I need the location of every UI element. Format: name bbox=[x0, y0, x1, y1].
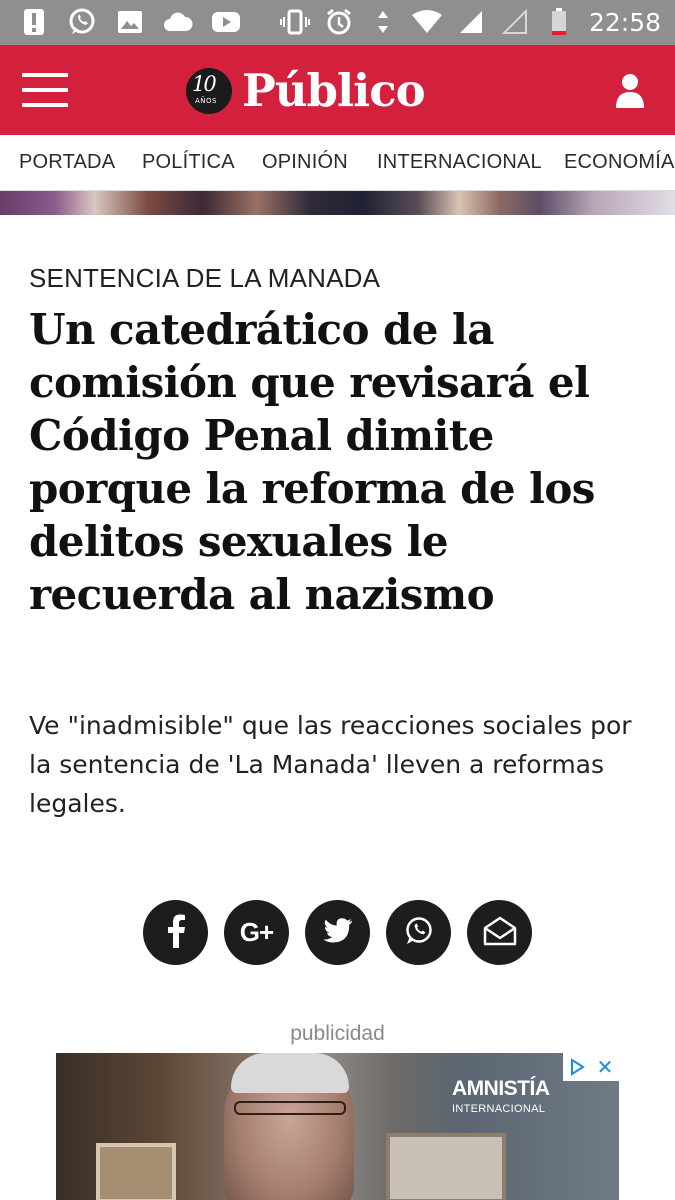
email-icon bbox=[483, 916, 517, 950]
ad-photo-frame bbox=[386, 1133, 506, 1200]
whatsapp-share-button[interactable] bbox=[386, 900, 451, 965]
ad-choices-icon[interactable] bbox=[563, 1053, 591, 1081]
signal-empty-icon bbox=[499, 6, 531, 38]
system-icons: 22:58 bbox=[279, 6, 661, 38]
nav-item-portada[interactable]: PORTADA bbox=[19, 151, 115, 174]
alert-icon bbox=[18, 6, 50, 38]
gallery-icon bbox=[114, 6, 146, 38]
facebook-share-button[interactable] bbox=[143, 900, 208, 965]
badge-text: AÑOS bbox=[195, 97, 217, 105]
ad-choices: ✕ bbox=[563, 1053, 619, 1081]
google-plus-share-button[interactable]: G+ bbox=[224, 900, 289, 965]
article-title: Un catedrático de la comisión que revisa… bbox=[29, 305, 595, 619]
nav-item-internacional[interactable]: INTERNACIONAL bbox=[377, 151, 542, 174]
badge-number: 10 bbox=[192, 72, 217, 96]
wifi-icon bbox=[411, 6, 443, 38]
logo-wordmark: Público bbox=[242, 63, 426, 117]
alarm-icon bbox=[323, 6, 355, 38]
anniversary-badge: 10 AÑOS bbox=[186, 68, 232, 114]
whatsapp-notification-icon bbox=[66, 6, 98, 38]
ad-person-glasses bbox=[234, 1101, 346, 1115]
article-subtitle: Ve "inadmisible" que las reacciones soci… bbox=[29, 711, 632, 818]
hamburger-menu-icon[interactable] bbox=[22, 73, 68, 107]
ad-close-icon[interactable]: ✕ bbox=[591, 1053, 619, 1081]
facebook-icon bbox=[166, 914, 186, 952]
ad-person-hair bbox=[231, 1053, 349, 1093]
advertisement-banner[interactable]: AMNISTÍA INTERNACIONAL ✕ bbox=[56, 1053, 619, 1200]
ad-label: publicidad bbox=[290, 1022, 385, 1045]
status-bar: 22:58 bbox=[0, 0, 675, 45]
clock: 22:58 bbox=[588, 7, 661, 37]
share-bar: G+ bbox=[143, 900, 532, 965]
site-logo[interactable]: 10 AÑOS Público bbox=[186, 62, 426, 118]
nav-item-politica[interactable]: POLÍTICA bbox=[142, 151, 235, 174]
section-nav: PORTADA POLÍTICA OPINIÓN INTERNACIONAL E… bbox=[0, 135, 675, 191]
ad-photo-frame bbox=[96, 1143, 176, 1200]
signal-icon bbox=[455, 6, 487, 38]
user-icon[interactable] bbox=[615, 73, 645, 109]
hero-image bbox=[0, 191, 675, 215]
twitter-share-button[interactable] bbox=[305, 900, 370, 965]
article-kicker: SENTENCIA DE LA MANADA bbox=[29, 263, 381, 293]
notification-icons bbox=[18, 6, 242, 38]
data-arrows-icon bbox=[367, 6, 399, 38]
battery-low-icon bbox=[543, 6, 575, 38]
ad-brand-name: AMNISTÍA bbox=[452, 1077, 550, 1100]
ad-brand-subtitle: INTERNACIONAL bbox=[452, 1103, 546, 1115]
whatsapp-icon bbox=[404, 916, 434, 950]
vibrate-icon bbox=[279, 6, 311, 38]
youtube-icon bbox=[210, 6, 242, 38]
cloud-icon bbox=[162, 6, 194, 38]
email-share-button[interactable] bbox=[467, 900, 532, 965]
twitter-icon bbox=[322, 917, 353, 948]
nav-item-economia[interactable]: ECONOMÍA bbox=[564, 151, 675, 174]
nav-item-opinion[interactable]: OPINIÓN bbox=[262, 151, 348, 174]
site-header: 10 AÑOS Público bbox=[0, 45, 675, 135]
google-plus-icon: G+ bbox=[239, 917, 274, 947]
